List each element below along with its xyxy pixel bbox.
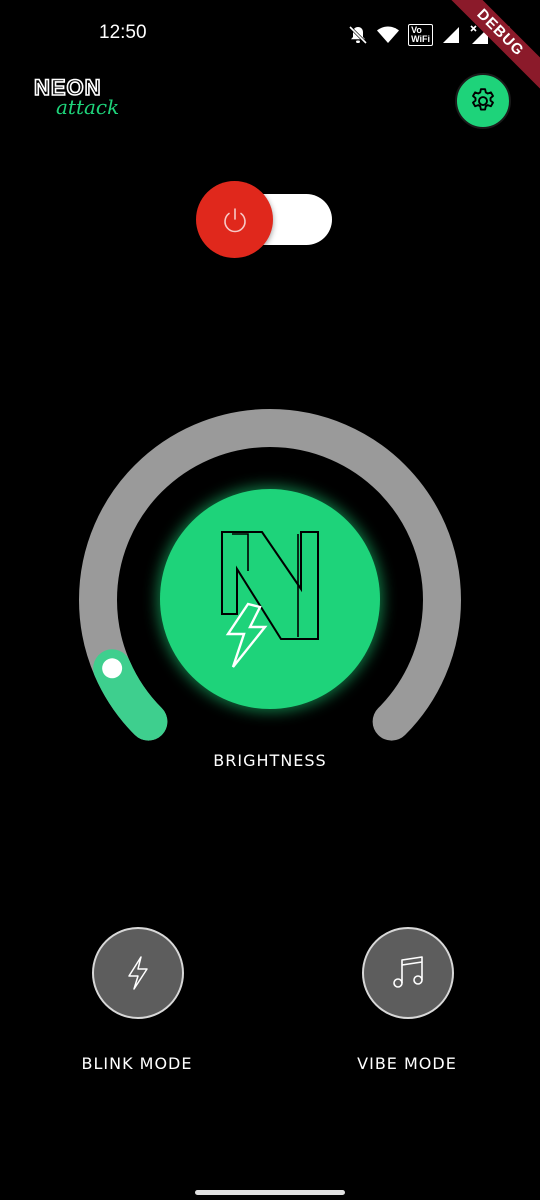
toggle-thumb <box>196 181 273 258</box>
gear-icon <box>472 88 494 111</box>
vowifi-icon: Vo WiFi <box>408 24 433 46</box>
brightness-dial: BRIGHTNESS <box>60 390 480 790</box>
music-note-icon <box>393 956 423 988</box>
neon-n-bolt-icon <box>221 531 319 668</box>
status-bar: 12:50 Vo WiFi <box>0 0 540 70</box>
vowifi-line2: WiFi <box>411 34 430 44</box>
blink-mode-label: BLINK MODE <box>81 1054 193 1073</box>
brightness-knob <box>102 658 123 679</box>
power-icon <box>223 207 246 232</box>
blink-mode-button[interactable] <box>92 927 184 1019</box>
power-toggle[interactable] <box>196 181 333 258</box>
vibe-mode-label: VIBE MODE <box>357 1054 457 1073</box>
settings-button[interactable] <box>455 73 511 129</box>
signal-icon <box>442 26 460 44</box>
vibe-mode-button[interactable] <box>362 927 454 1019</box>
blink-mode: BLINK MODE <box>37 927 237 1087</box>
bell-off-icon <box>348 25 368 45</box>
home-indicator[interactable] <box>195 1190 345 1195</box>
status-time: 12:50 <box>99 22 147 43</box>
wifi-icon <box>377 26 400 44</box>
neon-attack-logo: NEON attack <box>33 74 119 123</box>
bolt-icon <box>128 956 148 990</box>
logo-attack-text: attack <box>56 95 120 119</box>
vibe-mode: VIBE MODE <box>307 927 507 1087</box>
brightness-label: BRIGHTNESS <box>213 751 327 770</box>
neon-center-button[interactable] <box>160 489 380 709</box>
